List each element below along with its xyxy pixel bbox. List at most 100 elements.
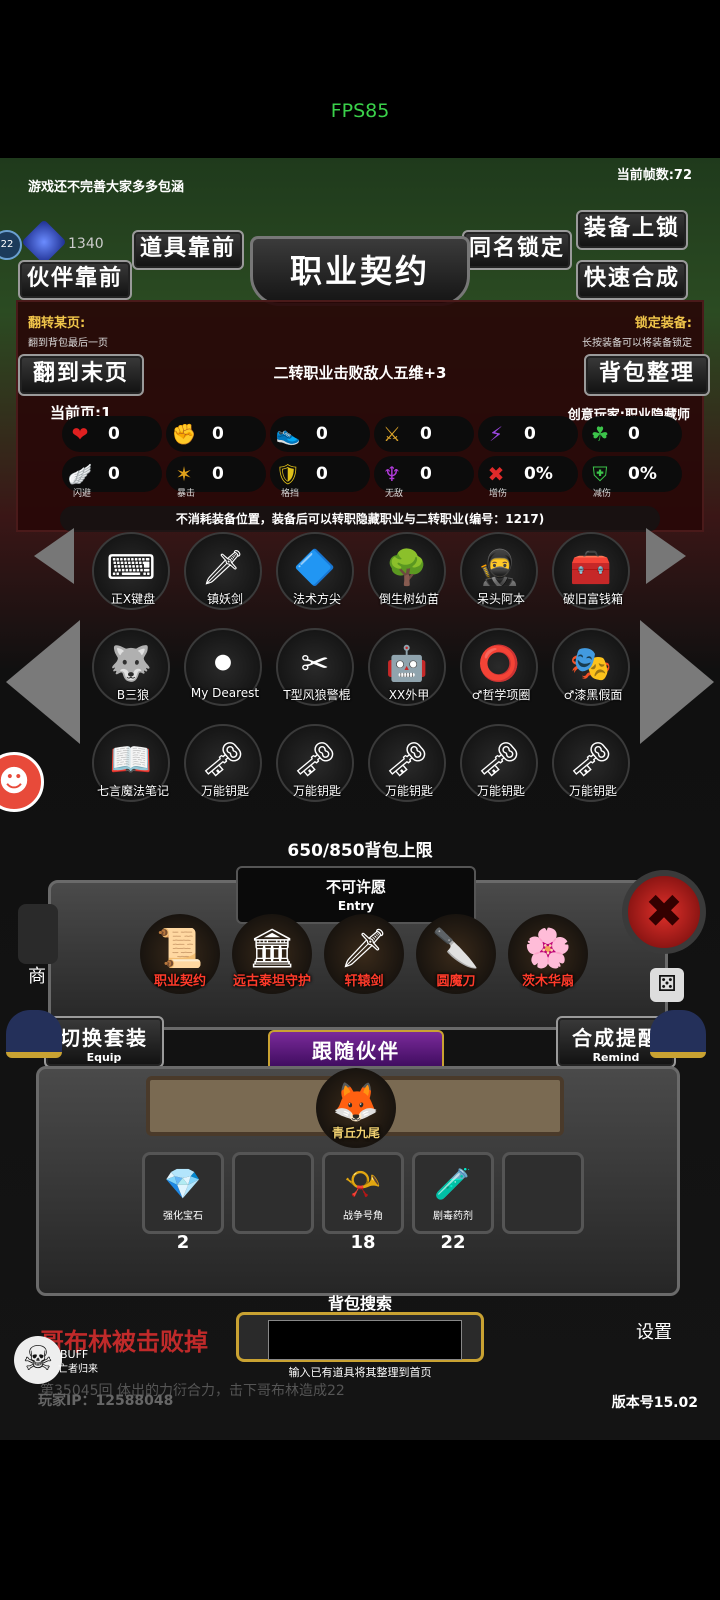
inventory-slot[interactable]: 🤖 XX外甲 — [368, 628, 446, 706]
stat-value: 0 — [524, 424, 536, 444]
settings-label[interactable]: 设置 — [636, 1318, 672, 1344]
inventory-slot[interactable]: 🥷 呆头阿本 — [460, 532, 538, 610]
partner-front-button[interactable]: 伙伴靠前 — [18, 260, 132, 300]
prev-page-arrow-small[interactable] — [34, 528, 74, 584]
flip-hint: 翻到背包最后一页 — [28, 338, 108, 349]
stat-pill: ♆ 0 无敌 — [374, 456, 474, 499]
partner-icon: 🦊 — [332, 1080, 380, 1124]
stat-icon: ❤ — [71, 422, 89, 446]
partner-name: 青丘九尾 — [331, 1126, 380, 1140]
inventory-slot[interactable]: 🗝 万能钥匙 — [276, 724, 354, 802]
consumable-name: 强化宝石 — [163, 1211, 203, 1222]
stat-value: 0 — [212, 464, 224, 484]
item-icon: 🔷 — [293, 548, 337, 588]
item-name: 万能钥匙 — [568, 784, 617, 798]
quick-synth-button[interactable]: 快速合成 — [576, 260, 688, 300]
dice-icon[interactable]: ⚄ — [650, 968, 684, 1002]
stat-pill: ❤ 0 — [62, 416, 162, 452]
consumable-icon: 💎 — [164, 1167, 202, 1202]
stat-pill: ✊ 0 — [166, 416, 266, 452]
entry-sub: Entry — [337, 899, 375, 913]
item-icon: 🧰 — [569, 548, 613, 588]
version: 版本号15.02 — [611, 1395, 698, 1411]
equipped-slot[interactable]: 🔪 圆魔刀 — [416, 914, 496, 994]
consumable-slot[interactable] — [232, 1152, 314, 1234]
inventory-slot[interactable]: ⭕ ♂哲学项圈 — [460, 628, 538, 706]
equipped-slot[interactable]: 🏛 远古泰坦守护 — [232, 914, 312, 994]
inventory-slot[interactable]: 🗝 万能钥匙 — [184, 724, 262, 802]
search-hint: 输入已有道具将其整理到首页 — [288, 1366, 432, 1379]
same-name-lock-button[interactable]: 同名锁定 — [462, 230, 572, 270]
consumable-name: 剧毒药剂 — [433, 1211, 473, 1222]
stat-value: 0% — [524, 464, 553, 484]
inventory-slot[interactable]: 🔷 法术方尖 — [276, 532, 354, 610]
inventory-slot[interactable]: ⚫ My Dearest — [184, 628, 262, 706]
equip-lock-button[interactable]: 装备上锁 — [576, 210, 688, 250]
level-value: 22 — [0, 239, 14, 250]
item-icon: 🥷 — [477, 548, 521, 588]
stat-pill: ⛨ 0% 减伤 — [582, 456, 682, 499]
stat-value: 0 — [628, 424, 640, 444]
sort-bag-button[interactable]: 背包整理 — [584, 354, 710, 396]
consumable-name: 战争号角 — [343, 1211, 383, 1222]
stat-pill: ☘ 0 — [582, 416, 682, 452]
inventory-slot[interactable]: ✂ T型风狼警棍 — [276, 628, 354, 706]
inventory-slot[interactable]: 📖 七言魔法笔记 — [92, 724, 170, 802]
prev-page-arrow[interactable] — [6, 620, 80, 744]
inventory-slot[interactable]: 🗝 万能钥匙 — [460, 724, 538, 802]
item-icon: ⌨ — [106, 548, 156, 588]
partner-slot[interactable]: 🦊 青丘九尾 — [316, 1068, 396, 1148]
equipped-slot[interactable]: 🗡 轩辕剑 — [324, 914, 404, 994]
consumable-slot[interactable]: 💎 强化宝石 — [142, 1152, 224, 1234]
next-page-arrow-small[interactable] — [646, 528, 686, 584]
item-icon: 🤖 — [385, 644, 429, 684]
stat-pill: 🛡 0 格挡 — [270, 456, 370, 499]
next-page-arrow[interactable] — [640, 620, 714, 744]
equipped-slot[interactable]: 🌸 茨木华扇 — [508, 914, 588, 994]
go-last-page-button[interactable]: 翻到末页 — [18, 354, 144, 396]
frame-rate-text: 当前帧数:72 — [616, 168, 692, 183]
flip-label: 翻转某页: — [28, 316, 86, 331]
player-ip: 玩家IP：12588048 — [38, 1393, 174, 1409]
user-icon: ☻ — [0, 764, 30, 799]
stat-icon: ✊ — [171, 422, 197, 446]
stat-pill: ⚡ 0 — [478, 416, 578, 452]
item-icon: ⭕ — [477, 644, 521, 684]
item-icon: 🎭 — [569, 644, 613, 684]
inventory-slot[interactable]: 🗝 万能钥匙 — [552, 724, 630, 802]
bag-limit: 650/850背包上限 — [287, 841, 433, 861]
stat-icon: 👟 — [275, 422, 301, 446]
equipped-name: 轩辕剑 — [344, 974, 384, 989]
inventory-slot[interactable]: ⌨ 正X键盘 — [92, 532, 170, 610]
page-title: 职业契约 — [250, 236, 470, 306]
equipped-slot[interactable]: 📜 职业契约 — [140, 914, 220, 994]
inventory-slot[interactable]: 🗡 镇妖剑 — [184, 532, 262, 610]
consumable-slot[interactable]: 📯 战争号角 — [322, 1152, 404, 1234]
switch-set-button[interactable]: 切换套装 Equip — [44, 1016, 164, 1068]
item-description: 二转职业击败敌人五维+3 — [273, 364, 447, 382]
inventory-slot[interactable]: 🎭 ♂漆黑假面 — [552, 628, 630, 706]
search-input[interactable] — [268, 1320, 462, 1360]
inventory-slot[interactable]: 🗝 万能钥匙 — [368, 724, 446, 802]
item-icon: 🗝 — [201, 740, 245, 780]
item-name: ♂漆黑假面 — [563, 688, 623, 702]
item-icon: 🗡 — [201, 548, 245, 588]
close-button[interactable]: ✖ — [622, 870, 706, 954]
entry-title: 不可许愿 — [325, 878, 386, 896]
consumable-slot[interactable]: 🧪 剧毒药剂 — [412, 1152, 494, 1234]
equipped-name: 圆魔刀 — [436, 974, 476, 989]
item-icon: 📖 — [109, 740, 153, 780]
equipped-name: 职业契约 — [153, 974, 206, 989]
lock-hint: 长按装备可以将装备锁定 — [582, 338, 692, 349]
inventory-slot[interactable]: 🧰 破旧富钱箱 — [552, 532, 630, 610]
stat-label: 格挡 — [280, 489, 299, 499]
inventory-slot[interactable]: 🐺 B三狼 — [92, 628, 170, 706]
shop-icon[interactable] — [18, 904, 58, 964]
items-front-button[interactable]: 道具靠前 — [132, 230, 244, 270]
consumable-count: 22 — [440, 1232, 466, 1253]
consumable-slot[interactable] — [502, 1152, 584, 1234]
inventory-slot[interactable]: 🌳 倒生树幼苗 — [368, 532, 446, 610]
item-icon: 🗝 — [477, 740, 521, 780]
stat-label: 无敌 — [384, 489, 403, 499]
stat-icon: ⚔ — [383, 422, 401, 446]
